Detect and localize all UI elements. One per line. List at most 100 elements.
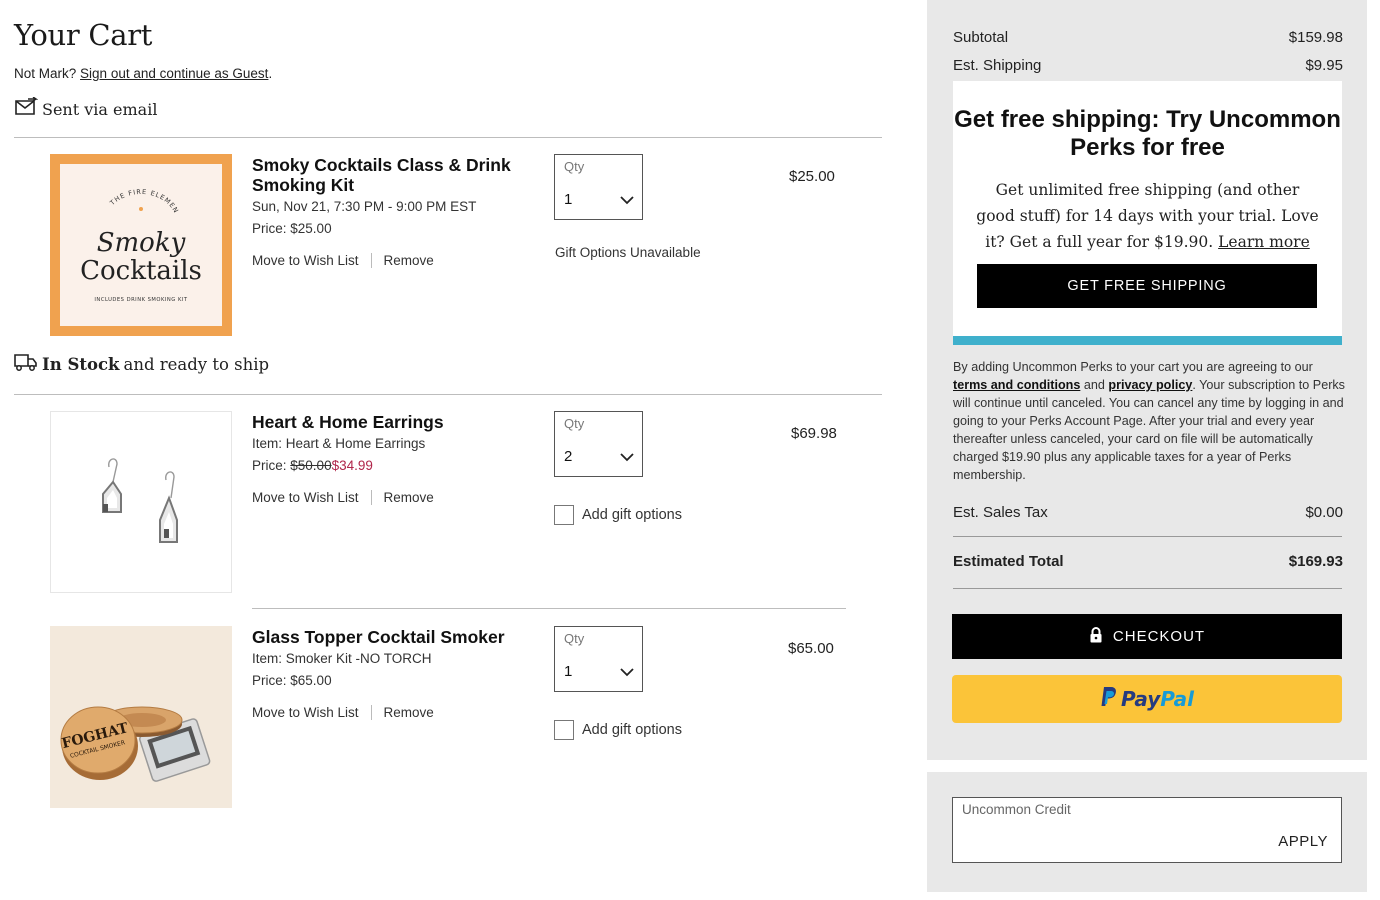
earrings-image xyxy=(102,458,178,543)
line-total: $69.98 xyxy=(791,425,837,442)
subtotal-row: Subtotal $159.98 xyxy=(953,29,1343,46)
price-label: Price: xyxy=(252,221,287,236)
svg-text:THE FIRE ELEMENT: THE FIRE ELEMENT xyxy=(60,164,180,215)
paypal-wordmark: PayPal xyxy=(1121,687,1194,711)
item-thumbnail-smoky-cocktails[interactable]: THE FIRE ELEMENT Smoky Cocktails INCLUDE… xyxy=(50,154,232,336)
thumb1-title-line2: Cocktails xyxy=(80,256,202,286)
qty-value: 1 xyxy=(564,191,573,208)
shipping-row: Est. Shipping $9.95 xyxy=(953,57,1343,74)
lock-icon xyxy=(1089,626,1103,647)
smoky-cocktails-artwork: THE FIRE ELEMENT Smoky Cocktails INCLUDE… xyxy=(57,158,202,303)
item-actions: Move to Wish List Remove xyxy=(252,705,434,720)
paypal-button[interactable]: PayPal xyxy=(952,675,1342,723)
estimated-total-value: $169.93 xyxy=(1288,553,1343,570)
chevron-down-icon xyxy=(620,664,634,682)
terms-suffix: . Your subscription to Perks will contin… xyxy=(953,378,1345,482)
quantity-select[interactable]: Qty 1 xyxy=(554,626,643,692)
action-separator xyxy=(370,705,372,720)
item-title[interactable]: Heart & Home Earrings xyxy=(252,412,532,432)
paypal-wordmark-pay: Pay xyxy=(1120,687,1161,711)
in-stock-notice: In Stock and ready to ship xyxy=(14,352,269,376)
ready-to-ship-label: and ready to ship xyxy=(123,354,270,374)
estimated-total-label: Estimated Total xyxy=(953,553,1064,570)
original-price: $50.00 xyxy=(290,458,332,473)
sales-tax-row: Est. Sales Tax $0.00 xyxy=(953,504,1343,521)
page-title: Your Cart xyxy=(14,18,153,52)
line-total: $25.00 xyxy=(789,168,835,185)
divider xyxy=(14,137,882,138)
move-to-wish-list-button[interactable]: Move to Wish List xyxy=(252,253,359,268)
subtotal-value: $159.98 xyxy=(1288,29,1343,46)
item-title[interactable]: Glass Topper Cocktail Smoker xyxy=(252,627,532,647)
remove-button[interactable]: Remove xyxy=(384,253,434,268)
price-value: $65.00 xyxy=(290,673,332,688)
not-user-notice: Not Mark? Sign out and continue as Guest… xyxy=(14,66,272,81)
add-gift-options[interactable]: Add gift options xyxy=(554,505,682,525)
not-user-suffix: . xyxy=(268,66,273,81)
sign-out-link[interactable]: Sign out and continue as Guest xyxy=(80,66,268,81)
get-free-shipping-button[interactable]: GET FREE SHIPPING xyxy=(977,264,1317,308)
remove-button[interactable]: Remove xyxy=(384,490,434,505)
price-value: $25.00 xyxy=(290,221,332,236)
item-price: Price: $25.00 xyxy=(252,221,332,236)
qty-label: Qty xyxy=(564,631,585,646)
item-thumbnail-earrings[interactable] xyxy=(50,411,232,593)
gift-options-unavailable: Gift Options Unavailable xyxy=(555,245,701,260)
thumb1-title-line1: Smoky xyxy=(97,228,186,258)
paypal-wordmark-pal: Pal xyxy=(1160,687,1195,711)
sent-via-email-label: Sent via email xyxy=(42,99,158,119)
move-to-wish-list-button[interactable]: Move to Wish List xyxy=(252,490,359,505)
cocktail-smoker-image: FOGHAT COCKTAIL SMOKER xyxy=(50,626,232,808)
action-separator xyxy=(370,490,372,505)
item-thumbnail-cocktail-smoker[interactable]: FOGHAT COCKTAIL SMOKER xyxy=(50,626,232,808)
item-detail: Item: Heart & Home Earrings xyxy=(252,436,426,451)
item-price: Price: $50.00$34.99 xyxy=(252,458,373,473)
apply-credit-button[interactable]: APPLY xyxy=(1278,833,1328,850)
not-user-prefix: Not Mark? xyxy=(14,66,77,81)
gift-options-checkbox[interactable] xyxy=(554,505,574,525)
quantity-select[interactable]: Qty 1 xyxy=(554,154,643,220)
remove-button[interactable]: Remove xyxy=(384,705,434,720)
checkout-label: CHECKOUT xyxy=(1112,628,1206,645)
move-to-wish-list-button[interactable]: Move to Wish List xyxy=(252,705,359,720)
divider xyxy=(953,588,1342,589)
uncommon-credit-field[interactable]: Uncommon Credit APPLY xyxy=(952,797,1342,863)
shipping-label: Est. Shipping xyxy=(953,57,1042,74)
item-actions: Move to Wish List Remove xyxy=(252,253,434,268)
sales-tax-value: $0.00 xyxy=(1305,504,1343,521)
item-detail: Item: Smoker Kit -NO TORCH xyxy=(252,651,432,666)
price-label: Price: xyxy=(252,673,287,688)
paypal-icon xyxy=(1100,686,1118,713)
chevron-down-icon xyxy=(620,192,634,210)
divider xyxy=(953,536,1342,537)
sale-price: $34.99 xyxy=(331,458,373,473)
qty-value: 2 xyxy=(564,448,573,465)
chevron-down-icon xyxy=(620,449,634,467)
add-gift-options[interactable]: Add gift options xyxy=(554,720,682,740)
thumb1-footer: INCLUDES DRINK SMOKING KIT xyxy=(94,297,187,303)
quantity-select[interactable]: Qty 2 xyxy=(554,411,643,477)
action-separator xyxy=(370,253,372,268)
gift-options-label: Add gift options xyxy=(582,507,682,523)
qty-value: 1 xyxy=(564,663,573,680)
item-title[interactable]: Smoky Cocktails Class & Drink Smoking Ki… xyxy=(252,155,532,195)
divider xyxy=(14,394,882,395)
item-actions: Move to Wish List Remove xyxy=(252,490,434,505)
line-total: $65.00 xyxy=(788,640,834,657)
divider xyxy=(252,608,846,609)
checkout-button[interactable]: CHECKOUT xyxy=(952,614,1342,659)
privacy-policy-link[interactable]: privacy policy xyxy=(1108,378,1192,392)
terms-and-conditions-link[interactable]: terms and conditions xyxy=(953,378,1080,392)
perks-description: Get unlimited free shipping (and other g… xyxy=(975,177,1320,255)
learn-more-link[interactable]: Learn more xyxy=(1218,233,1310,251)
gift-options-checkbox[interactable] xyxy=(554,720,574,740)
subtotal-label: Subtotal xyxy=(953,29,1009,46)
perks-promo: Get free shipping: Try Uncommon Perks fo… xyxy=(953,81,1342,345)
gift-options-label: Add gift options xyxy=(582,722,682,738)
item-detail: Sun, Nov 21, 7:30 PM - 9:00 PM EST xyxy=(252,199,477,214)
item-price: Price: $65.00 xyxy=(252,673,332,688)
qty-label: Qty xyxy=(564,416,585,431)
uncommon-credit-label: Uncommon Credit xyxy=(962,802,1071,817)
sent-via-email[interactable]: Sent via email xyxy=(14,96,158,121)
in-stock-label: In Stock xyxy=(42,354,120,374)
